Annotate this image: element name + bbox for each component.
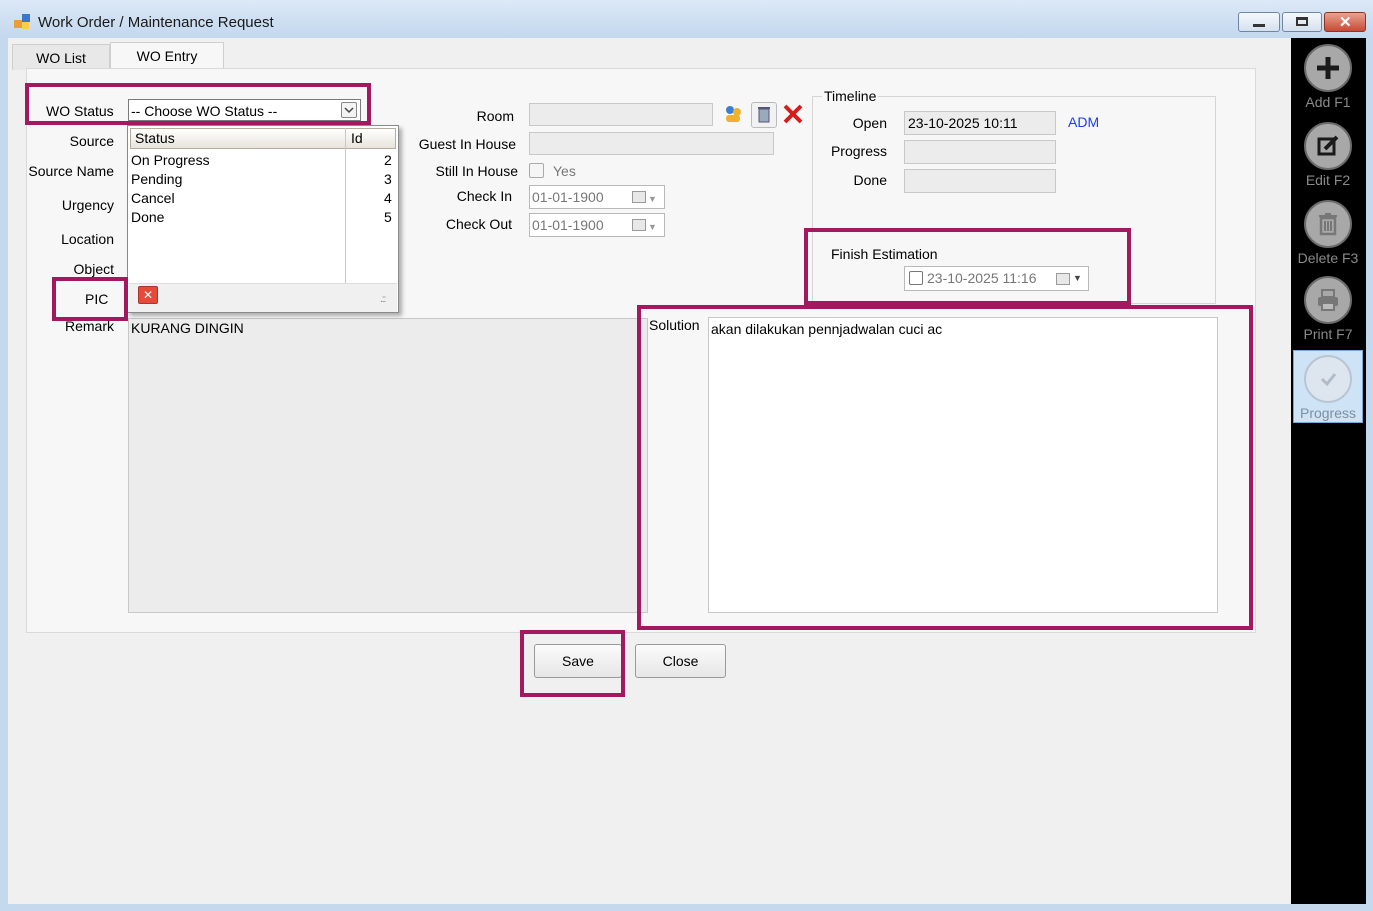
source-name-label: Source Name bbox=[28, 163, 114, 179]
dropdown-option-id: 5 bbox=[384, 209, 392, 225]
clear-icon[interactable]: ✕ bbox=[138, 286, 158, 304]
open-user: ADM bbox=[1068, 114, 1100, 130]
chevron-down-icon[interactable]: ▼ bbox=[648, 188, 657, 210]
window-title: Work Order / Maintenance Request bbox=[38, 14, 274, 31]
calendar-icon[interactable] bbox=[632, 219, 646, 231]
add-button-label: Add F1 bbox=[1305, 94, 1351, 110]
dropdown-option-id: 4 bbox=[384, 190, 392, 206]
check-out-value: 01-01-1900 bbox=[532, 217, 604, 233]
timeline-title: Timeline bbox=[822, 88, 879, 104]
guest-in-house-field[interactable] bbox=[529, 132, 774, 155]
guest-in-house-label: Guest In House bbox=[418, 136, 516, 152]
dropdown-option-status[interactable]: Cancel bbox=[131, 190, 175, 206]
close-button[interactable]: Close bbox=[635, 644, 726, 678]
progress-button[interactable]: Progress bbox=[1293, 350, 1363, 423]
window-bottom-border bbox=[0, 904, 1373, 911]
room-label: Room bbox=[476, 108, 514, 124]
dropdown-footer bbox=[129, 283, 397, 312]
still-in-house-yes: Yes bbox=[553, 163, 576, 179]
open-label: Open bbox=[852, 115, 887, 131]
resize-grip-icon[interactable]: .:: bbox=[380, 294, 386, 305]
dropdown-option-status[interactable]: Pending bbox=[131, 171, 182, 187]
tab-wo-entry[interactable]: WO Entry bbox=[110, 42, 224, 70]
progress-label: Progress bbox=[830, 143, 887, 159]
highlight-save bbox=[520, 630, 625, 697]
open-value: 23-10-2025 10:11 bbox=[908, 115, 1018, 131]
printer-icon bbox=[1304, 276, 1352, 324]
check-in-value: 01-01-1900 bbox=[532, 189, 604, 205]
still-in-house-label: Still In House bbox=[435, 163, 518, 179]
add-button[interactable]: Add F1 bbox=[1293, 40, 1363, 116]
column-divider bbox=[345, 128, 346, 283]
urgency-label: Urgency bbox=[61, 197, 114, 213]
close-window-button[interactable]: ✕ bbox=[1324, 12, 1366, 32]
open-field[interactable]: 23-10-2025 10:11 bbox=[904, 111, 1056, 135]
edit-icon bbox=[1304, 122, 1352, 170]
close-icon: ✕ bbox=[1339, 14, 1352, 31]
calendar-icon[interactable] bbox=[632, 191, 646, 203]
source-label: Source bbox=[69, 133, 114, 149]
id-column-header[interactable]: Id bbox=[351, 130, 363, 146]
remark-value: KURANG DINGIN bbox=[131, 320, 244, 336]
print-button[interactable]: Print F7 bbox=[1293, 272, 1363, 348]
check-in-datepicker[interactable]: 01-01-1900 ▼ bbox=[529, 185, 665, 209]
done-field[interactable] bbox=[904, 169, 1056, 193]
delete-button[interactable]: Delete F3 bbox=[1293, 196, 1363, 272]
status-dropdown: Status Id On Progress 2 Pending 3 Cancel… bbox=[127, 125, 399, 313]
progress-field[interactable] bbox=[904, 140, 1056, 164]
status-column-header[interactable]: Status bbox=[135, 130, 175, 146]
progress-check-icon bbox=[1304, 355, 1352, 403]
edit-button-label: Edit F2 bbox=[1305, 172, 1351, 188]
tab-wo-list[interactable]: WO List bbox=[12, 44, 110, 70]
still-in-house-checkbox[interactable] bbox=[529, 163, 544, 178]
minimize-button[interactable] bbox=[1238, 12, 1280, 32]
check-in-label: Check In bbox=[456, 188, 512, 204]
highlight-finish-estimation bbox=[804, 228, 1131, 305]
dropdown-option-status[interactable]: On Progress bbox=[131, 152, 210, 168]
check-out-label: Check Out bbox=[445, 216, 512, 232]
remark-textarea[interactable] bbox=[128, 318, 648, 613]
location-label: Location bbox=[61, 231, 114, 247]
progress-button-label: Progress bbox=[1299, 405, 1357, 421]
edit-button[interactable]: Edit F2 bbox=[1293, 118, 1363, 194]
dropdown-option-status[interactable]: Done bbox=[131, 209, 164, 225]
dropdown-option-id: 3 bbox=[384, 171, 392, 187]
delete-button-label: Delete F3 bbox=[1297, 250, 1359, 266]
trash-icon bbox=[1304, 200, 1352, 248]
maximize-button[interactable] bbox=[1282, 12, 1322, 32]
app-icon bbox=[14, 14, 32, 30]
guest-search-icon[interactable] bbox=[722, 103, 744, 125]
room-clear-icon[interactable] bbox=[751, 102, 777, 128]
highlight-pic bbox=[52, 277, 128, 321]
dropdown-option-id: 2 bbox=[384, 152, 392, 168]
done-label: Done bbox=[853, 172, 887, 188]
highlight-solution bbox=[637, 305, 1253, 630]
check-out-datepicker[interactable]: 01-01-1900 ▼ bbox=[529, 213, 665, 237]
highlight-wo-status bbox=[25, 83, 371, 125]
delete-icon[interactable] bbox=[781, 102, 805, 126]
room-field[interactable] bbox=[529, 103, 713, 126]
chevron-down-icon[interactable]: ▼ bbox=[648, 216, 657, 238]
print-button-label: Print F7 bbox=[1303, 326, 1353, 342]
plus-icon bbox=[1304, 44, 1352, 92]
object-label: Object bbox=[73, 261, 114, 277]
